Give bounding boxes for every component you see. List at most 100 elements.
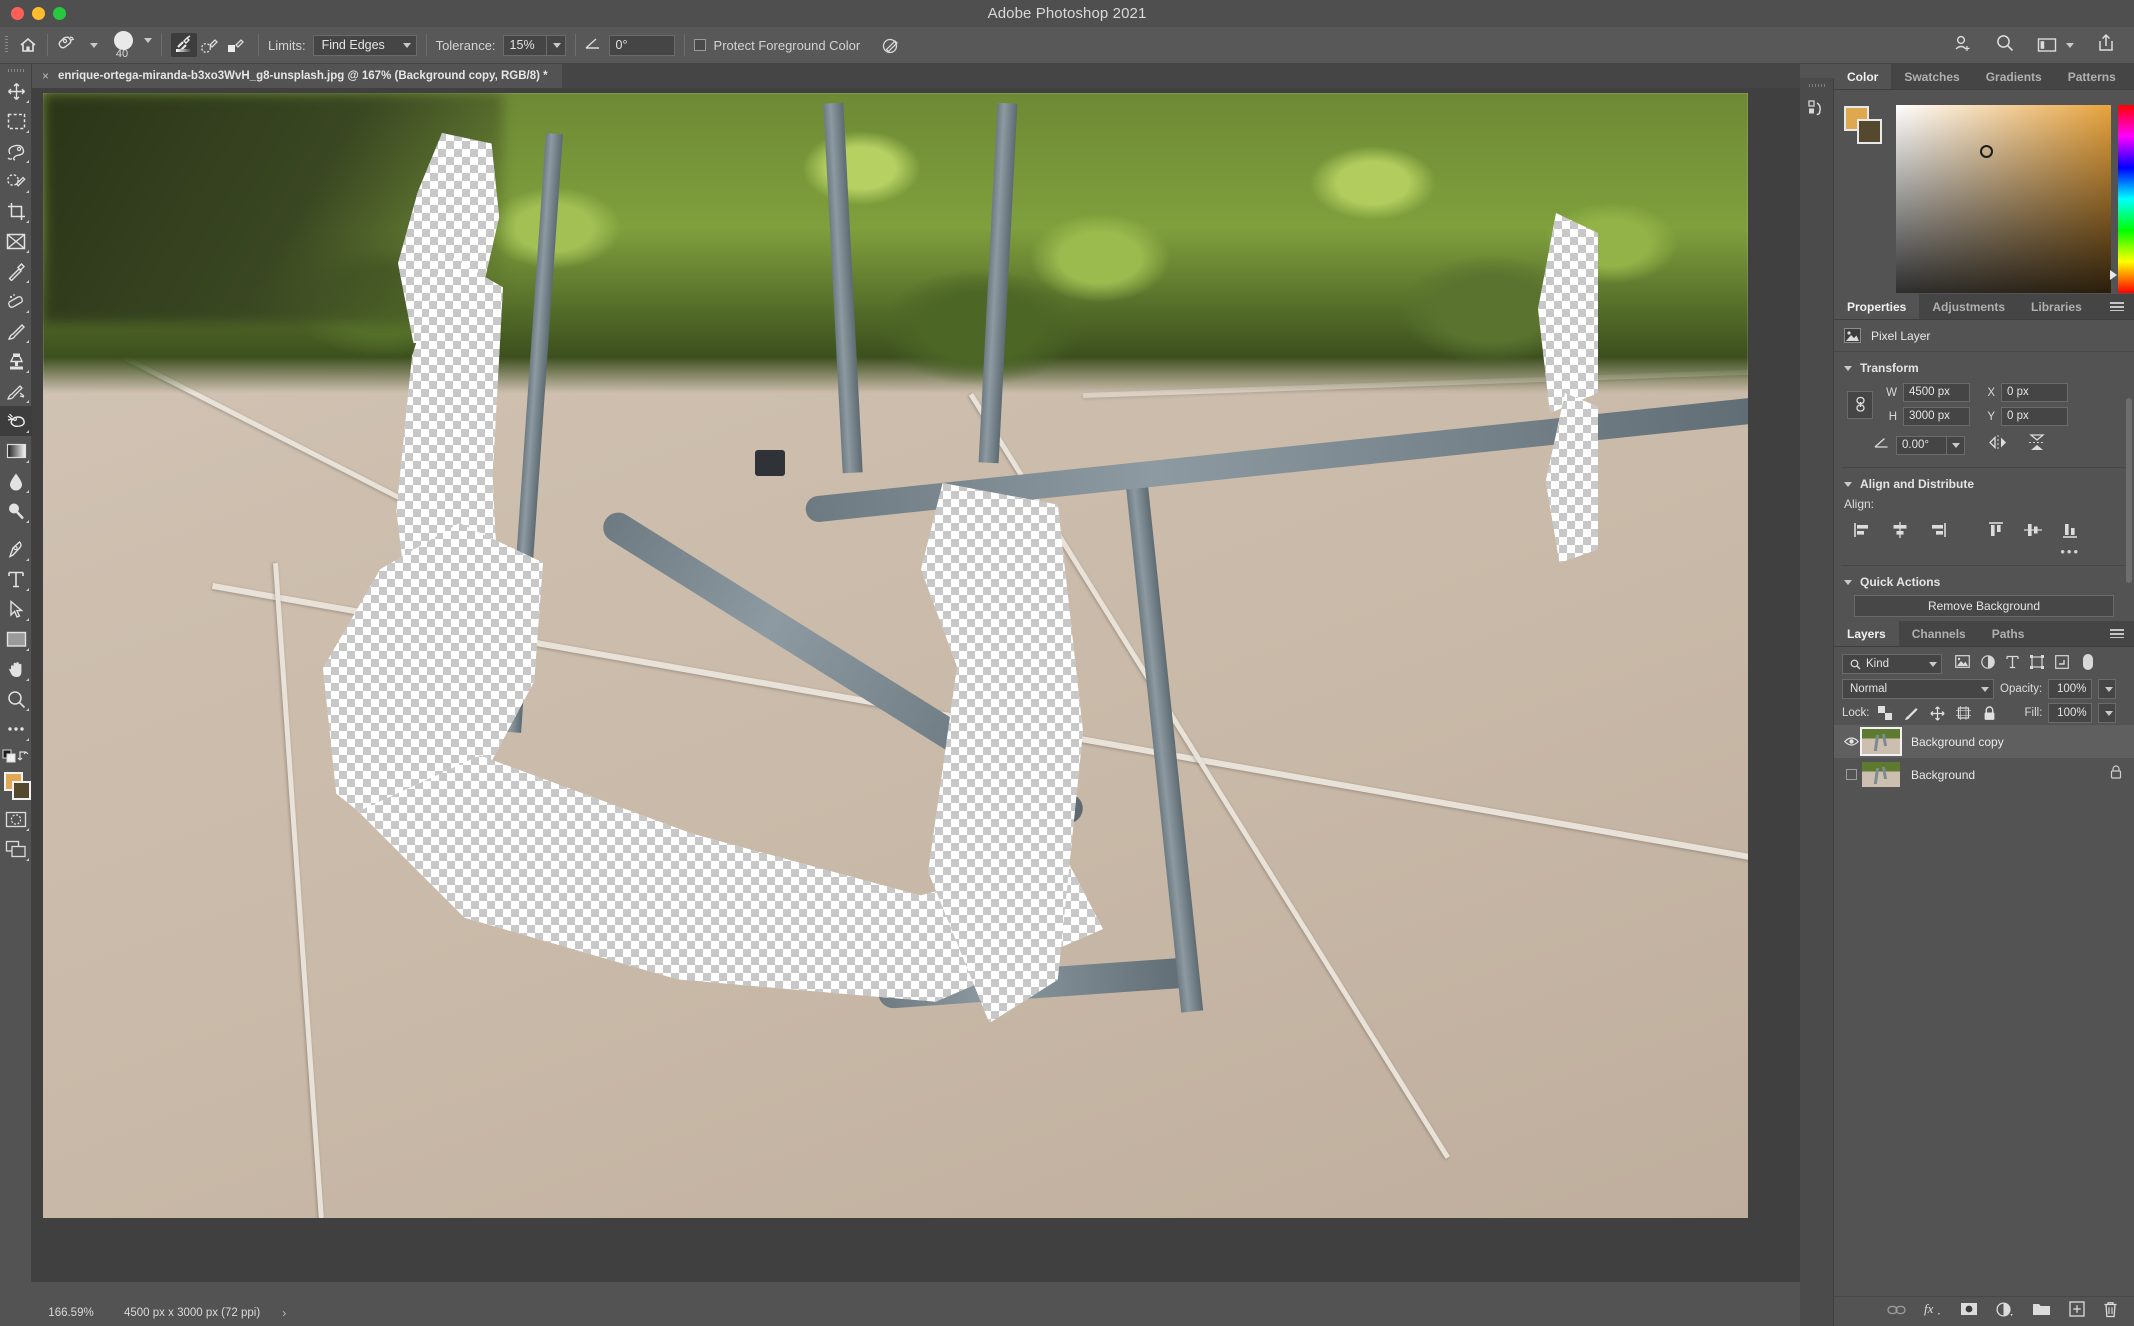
default-colors-and-swap[interactable] <box>0 744 32 768</box>
new-group-icon[interactable] <box>2032 1302 2051 1321</box>
chevron-down-icon[interactable] <box>2066 42 2074 48</box>
align-top-edges-icon[interactable] <box>1985 521 2007 539</box>
angle-input[interactable]: 0° <box>608 34 675 56</box>
eyedropper-tool[interactable] <box>0 256 32 286</box>
frame-tool[interactable] <box>0 226 32 256</box>
align-section-header[interactable]: Align and Distribute <box>1834 468 2134 497</box>
protect-foreground-color-checkbox[interactable] <box>693 39 706 51</box>
tab-paths[interactable]: Paths <box>1979 621 2038 646</box>
layer-name[interactable]: Background <box>1911 768 1975 782</box>
brush-size-picker[interactable]: 40 <box>114 27 152 64</box>
options-bar-grip[interactable] <box>0 27 12 64</box>
align-right-edges-icon[interactable] <box>1926 521 1948 539</box>
filter-toggle-icon[interactable] <box>2082 653 2094 676</box>
tab-swatches[interactable]: Swatches <box>1891 64 1972 89</box>
sampling-background-swatch-button[interactable] <box>223 33 249 57</box>
tab-color[interactable]: Color <box>1834 64 1892 89</box>
layer-name[interactable]: Background copy <box>1911 735 2004 749</box>
filter-smart-object-icon[interactable] <box>2055 654 2069 674</box>
tolerance-input[interactable]: 15% <box>502 34 547 56</box>
lock-artboard-nesting-icon[interactable] <box>1955 706 1971 721</box>
edit-toolbar-tool[interactable] <box>0 714 32 744</box>
tolerance-stepper[interactable] <box>546 34 566 56</box>
lock-position-icon[interactable] <box>1929 705 1945 721</box>
tab-layers[interactable]: Layers <box>1834 621 1899 646</box>
share-icon[interactable] <box>2096 33 2116 58</box>
protect-foreground-color-control[interactable]: Protect Foreground Color <box>693 27 868 64</box>
lasso-tool[interactable] <box>0 136 32 166</box>
fill-input[interactable]: 100% <box>2048 703 2093 723</box>
quick-actions-section-header[interactable]: Quick Actions <box>1834 566 2134 595</box>
blend-mode-dropdown[interactable]: Normal <box>1842 679 1994 699</box>
panel-menu-icon[interactable] <box>2100 294 2134 319</box>
dodge-tool[interactable] <box>0 496 32 526</box>
icon-rail-grip[interactable] <box>1800 78 1833 92</box>
pressure-for-size-button[interactable] <box>881 27 901 64</box>
sampling-continuous-button[interactable] <box>171 33 197 57</box>
align-left-edges-icon[interactable] <box>1852 521 1874 539</box>
tools-panel-grip[interactable] <box>0 64 31 76</box>
y-input[interactable]: 0 px <box>2001 407 2068 426</box>
filter-pixel-icon[interactable] <box>1955 655 1970 673</box>
filter-shape-icon[interactable] <box>2030 654 2044 674</box>
filter-type-icon[interactable] <box>2006 655 2019 674</box>
rectangular-marquee-tool[interactable] <box>0 106 32 136</box>
tab-channels[interactable]: Channels <box>1899 621 1979 646</box>
layer-visibility-toggle[interactable] <box>1840 769 1862 780</box>
panel-menu-icon[interactable] <box>2129 64 2134 89</box>
layer-visibility-toggle[interactable] <box>1840 736 1862 747</box>
limits-dropdown[interactable]: Find Edges <box>312 34 417 56</box>
screen-mode-icon[interactable] <box>0 834 32 864</box>
add-layer-mask-icon[interactable] <box>1960 1302 1978 1321</box>
foreground-background-color-swatches[interactable] <box>0 770 32 804</box>
layer-row-background-copy[interactable]: Background copy <box>1834 725 2134 758</box>
zoom-tool[interactable] <box>0 684 32 714</box>
document-tab[interactable]: × enrique-ortega-miranda-b3xo3WvH_g8-uns… <box>32 64 562 88</box>
color-panel-swatches[interactable] <box>1844 106 1884 146</box>
angle-input[interactable]: 0.00° <box>1896 435 1947 455</box>
color-field-cursor[interactable] <box>1980 145 1993 158</box>
quick-mask-mode-icon[interactable] <box>0 804 32 834</box>
sampling-once-button[interactable] <box>197 33 223 57</box>
link-layers-icon[interactable] <box>1887 1303 1906 1321</box>
tool-preset-picker[interactable] <box>57 27 98 64</box>
tolerance-control[interactable]: Tolerance: 15% <box>436 27 566 64</box>
pen-tool[interactable] <box>0 534 32 564</box>
document-canvas[interactable] <box>43 93 1748 1218</box>
align-horizontal-centers-icon[interactable] <box>1889 521 1911 539</box>
chevron-down-icon[interactable] <box>90 42 98 48</box>
properties-panel-scroll-thumb[interactable] <box>2126 398 2132 583</box>
flip-vertical-icon[interactable] <box>2027 434 2047 456</box>
canvas-area[interactable] <box>32 88 1800 1282</box>
tab-gradients[interactable]: Gradients <box>1973 64 2055 89</box>
tab-libraries[interactable]: Libraries <box>2018 294 2095 319</box>
hue-slider-marker[interactable] <box>2110 270 2117 280</box>
angle-control[interactable]: 0° <box>585 27 675 64</box>
new-layer-icon[interactable] <box>2069 1301 2085 1322</box>
zoom-level-value[interactable]: 166.59% <box>32 1307 110 1319</box>
clone-stamp-tool[interactable] <box>0 346 32 376</box>
share-account-icon[interactable] <box>1953 33 1973 58</box>
angle-dropdown[interactable] <box>1947 435 1965 455</box>
limits-control[interactable]: Limits: Find Edges <box>268 27 417 64</box>
link-aspect-ratio-icon[interactable] <box>1847 390 1873 419</box>
opacity-input[interactable]: 100% <box>2048 679 2093 699</box>
width-input[interactable]: 4500 px <box>1903 383 1970 402</box>
color-field[interactable] <box>1896 105 2111 293</box>
status-expand-icon[interactable]: › <box>282 1306 286 1320</box>
filter-adjustment-icon[interactable] <box>1981 654 1995 674</box>
rectangle-tool[interactable] <box>0 624 32 654</box>
remove-background-button[interactable]: Remove Background <box>1854 595 2114 617</box>
opacity-stepper[interactable] <box>2098 679 2117 699</box>
lock-image-pixels-icon[interactable] <box>1904 706 1919 721</box>
background-eraser-tool[interactable] <box>0 406 32 436</box>
height-input[interactable]: 3000 px <box>1903 407 1970 426</box>
fill-stepper[interactable] <box>2098 703 2117 723</box>
align-vertical-centers-icon[interactable] <box>2022 521 2044 539</box>
layer-style-fx-icon[interactable]: fx <box>1924 1301 1942 1322</box>
workspace-switcher[interactable] <box>2037 37 2074 53</box>
crop-tool[interactable] <box>0 196 32 226</box>
hand-tool[interactable] <box>0 654 32 684</box>
type-tool[interactable] <box>0 564 32 594</box>
tab-properties[interactable]: Properties <box>1834 294 1920 319</box>
